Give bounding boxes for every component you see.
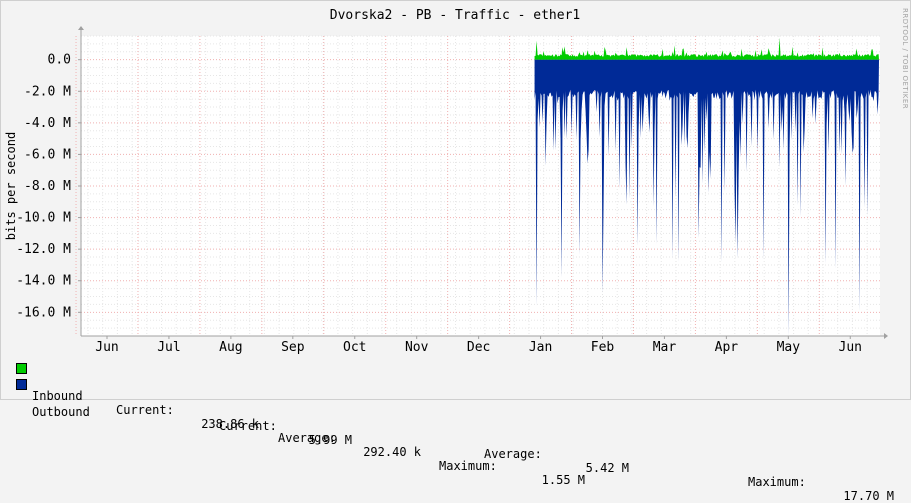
inbound-name: Inbound [32, 389, 83, 403]
traffic-chart: Dvorska2 - PB - Traffic - ether1 bits pe… [4, 8, 888, 355]
y-tick-label: -12.0 M [16, 242, 71, 257]
y-tick-label: -6.0 M [24, 147, 71, 162]
outbound-maximum-label: Maximum: [748, 475, 806, 489]
inbound-swatch [16, 363, 27, 374]
outbound-maximum-value: 17.70 M [843, 489, 894, 503]
x-tick-label: Feb [591, 340, 615, 355]
inbound-maximum-label: Maximum: [439, 459, 497, 473]
x-tick-label: Apr [715, 340, 739, 355]
x-tick-label: Jul [157, 340, 180, 355]
chart-title: Dvorska2 - PB - Traffic - ether1 [330, 8, 580, 23]
x-tick-label: Sep [281, 340, 305, 355]
y-axis-arrow [78, 26, 84, 30]
legend-inbound: Inbound Current: 238.86 k Average: 292.4… [16, 361, 585, 487]
plot-area: 0.0 -2.0 M -4.0 M -6.0 M -8.0 M -10.0 M -12.0 … [16, 26, 888, 355]
x-tick-label: Mar [653, 340, 677, 355]
y-tick-label: -2.0 M [24, 84, 71, 99]
y-tick-label: -4.0 M [24, 116, 71, 131]
outbound-average-label: Average: [484, 447, 542, 461]
rrdtool-credit: RRDTOOL / TOBI OETIKER [901, 8, 909, 110]
outbound-average-value: 5.42 M [585, 461, 629, 475]
outbound-swatch [16, 379, 27, 390]
y-tick-label: -8.0 M [24, 179, 71, 194]
x-tick-label: Nov [405, 340, 429, 355]
legend-outbound: Outbound Current: 5.99 M Average: 5.42 M… [16, 377, 894, 503]
outbound-current-value: 5.99 M [308, 433, 352, 447]
y-tick-label: -14.0 M [16, 274, 71, 289]
inbound-average-value: 292.40 k [363, 445, 421, 459]
x-tick-label: Aug [219, 340, 242, 355]
x-tick-label: Dec [467, 340, 490, 355]
y-tick-label: 0.0 [48, 53, 71, 68]
x-axis-arrow [884, 333, 888, 339]
x-tick-label: Jan [529, 340, 552, 355]
x-tick-label: May [777, 340, 801, 355]
y-tick-label: -10.0 M [16, 211, 71, 226]
inbound-current-label: Current: [116, 403, 174, 417]
x-tick-label: Jun [95, 340, 118, 355]
inbound-maximum-value: 1.55 M [541, 473, 585, 487]
x-tick-label: Jun [839, 340, 862, 355]
y-tick-label: -16.0 M [16, 305, 71, 320]
outbound-current-label: Current: [219, 419, 277, 433]
x-tick-label: Oct [343, 340, 366, 355]
outbound-name: Outbound [32, 405, 90, 419]
